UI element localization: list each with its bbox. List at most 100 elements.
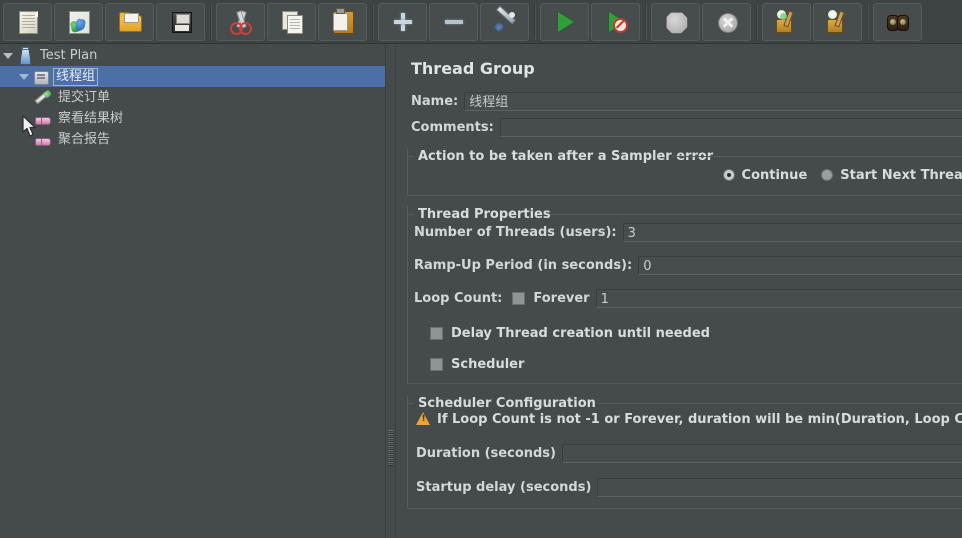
tree-node-test-plan[interactable]: Test Plan (0, 45, 385, 66)
tree-node-http-sampler[interactable]: 提交订单 (0, 87, 385, 108)
expand-toggle-icon[interactable] (0, 45, 16, 66)
name-input[interactable]: 线程组 (464, 92, 962, 111)
toolbar-separator-1 (206, 0, 215, 44)
stop-button[interactable] (651, 3, 700, 41)
duration-label: Duration (seconds) (416, 446, 556, 461)
clear-all-button[interactable] (813, 3, 862, 41)
toolbar-edit-group (215, 0, 368, 44)
clear-all-broom-icon (825, 9, 851, 35)
plus-icon (390, 9, 416, 35)
main-toolbar (0, 0, 962, 44)
radio-label: Continue (742, 168, 808, 183)
thread-properties-groupbox: Thread Properties Number of Threads (use… (407, 206, 962, 384)
forever-checkbox[interactable] (512, 292, 525, 305)
ramp-up-label: Ramp-Up Period (in seconds): (414, 258, 632, 273)
tree-node-label: 察看结果树 (55, 111, 126, 127)
toolbar-tree-group (377, 0, 530, 44)
startup-delay-input[interactable] (597, 478, 962, 497)
toggle-button[interactable] (480, 3, 529, 41)
loop-count-input[interactable]: 1 (596, 289, 962, 308)
forever-label: Forever (533, 291, 589, 306)
delay-thread-creation-label: Delay Thread creation until needed (451, 326, 710, 341)
thread-properties-body: Number of Threads (users): 3 Ramp-Up Per… (408, 215, 962, 383)
ramp-up-input[interactable]: 0 (638, 256, 962, 275)
toolbar-run-group (539, 0, 641, 44)
splitter-grip-handle[interactable] (388, 430, 393, 466)
num-threads-input[interactable]: 3 (623, 223, 962, 242)
view-results-tree-icon (34, 110, 52, 128)
minus-icon (441, 9, 467, 35)
name-field-row: Name: 线程组 (397, 88, 962, 114)
startup-delay-label: Startup delay (seconds) (416, 480, 591, 495)
tree-node-label: 提交订单 (55, 90, 113, 106)
thread-group-icon (32, 68, 50, 86)
search-button[interactable] (873, 3, 922, 41)
play-green-icon (552, 9, 578, 35)
start-button[interactable] (540, 3, 589, 41)
radio-dot-icon (723, 169, 735, 181)
shutdown-button[interactable] (702, 3, 751, 41)
toolbar-separator-4 (641, 0, 650, 44)
clear-broom-icon (774, 9, 800, 35)
play-no-pauses-icon (603, 9, 629, 35)
name-label: Name: (411, 94, 458, 109)
paste-button[interactable] (318, 3, 367, 41)
toolbar-search-group (872, 0, 923, 44)
groupbox-top-border: Thread Properties (408, 206, 962, 215)
thread-group-config-panel: Thread Group Name: 线程组 Comments: Action … (397, 45, 962, 538)
comments-label: Comments: (411, 120, 494, 135)
tree-node-view-results-tree[interactable]: 察看结果树 (0, 108, 385, 129)
loop-count-row: Loop Count: Forever 1 (408, 285, 962, 311)
new-button[interactable] (3, 3, 52, 41)
expand-all-button[interactable] (378, 3, 427, 41)
save-button[interactable] (156, 3, 205, 41)
sampler-error-groupbox: Action to be taken after a Sampler error… (407, 148, 962, 196)
toolbar-separator-5 (752, 0, 761, 44)
page-title: Thread Group (397, 45, 962, 88)
delay-thread-creation-checkbox[interactable] (430, 327, 443, 340)
radio-start-next-thread-loop[interactable]: Start Next Thread Loop (821, 168, 962, 183)
collapse-all-button[interactable] (429, 3, 478, 41)
scissors-cut-icon (228, 9, 254, 35)
comments-input[interactable] (500, 118, 962, 137)
jmeter-window: Test Plan 线程组 提交订单 察看结果树 聚合报告 (0, 0, 962, 538)
sampler-error-legend: Action to be taken after a Sampler error (414, 149, 717, 164)
scheduler-warning-row: If Loop Count is not -1 or Forever, dura… (408, 408, 962, 430)
toolbar-clear-group (761, 0, 863, 44)
thread-properties-legend: Thread Properties (414, 207, 555, 222)
cut-button[interactable] (216, 3, 265, 41)
scheduler-configuration-groupbox: Scheduler Configuration If Loop Count is… (407, 395, 962, 509)
tree-node-thread-group[interactable]: 线程组 (0, 66, 385, 87)
scheduler-row[interactable]: Scheduler (408, 351, 962, 377)
scheduler-warning-text: If Loop Count is not -1 or Forever, dura… (437, 412, 962, 427)
tree-node-label: Test Plan (37, 48, 100, 64)
scheduler-configuration-body: If Loop Count is not -1 or Forever, dura… (408, 404, 962, 508)
warning-triangle-icon (416, 412, 431, 426)
test-plan-tree[interactable]: Test Plan 线程组 提交订单 察看结果树 聚合报告 (0, 45, 385, 538)
tree-node-label: 聚合报告 (55, 132, 113, 148)
duration-input[interactable] (562, 444, 962, 463)
num-threads-row: Number of Threads (users): 3 (408, 219, 962, 245)
radio-continue[interactable]: Continue (723, 168, 808, 183)
scheduler-checkbox[interactable] (430, 358, 443, 371)
expand-toggle-icon[interactable] (16, 66, 32, 87)
radio-dot-icon (821, 169, 833, 181)
toolbar-separator-3 (530, 0, 539, 44)
groupbox-top-border: Action to be taken after a Sampler error (408, 148, 962, 157)
open-button[interactable] (105, 3, 154, 41)
templates-button[interactable] (54, 3, 103, 41)
delay-thread-creation-row[interactable]: Delay Thread creation until needed (408, 320, 962, 346)
paste-clipboard-icon (330, 9, 356, 35)
clear-button[interactable] (762, 3, 811, 41)
toolbar-file-group (2, 0, 206, 44)
shutdown-circle-icon (714, 9, 740, 35)
tree-node-aggregate-report[interactable]: 聚合报告 (0, 129, 385, 150)
tree-node-label: 线程组 (53, 68, 98, 86)
new-document-icon (15, 9, 41, 35)
pane-splitter[interactable] (385, 45, 396, 538)
copy-pages-icon (279, 9, 305, 35)
magic-wand-icon (492, 9, 518, 35)
stop-octagon-icon (663, 9, 689, 35)
start-no-pauses-button[interactable] (591, 3, 640, 41)
copy-button[interactable] (267, 3, 316, 41)
